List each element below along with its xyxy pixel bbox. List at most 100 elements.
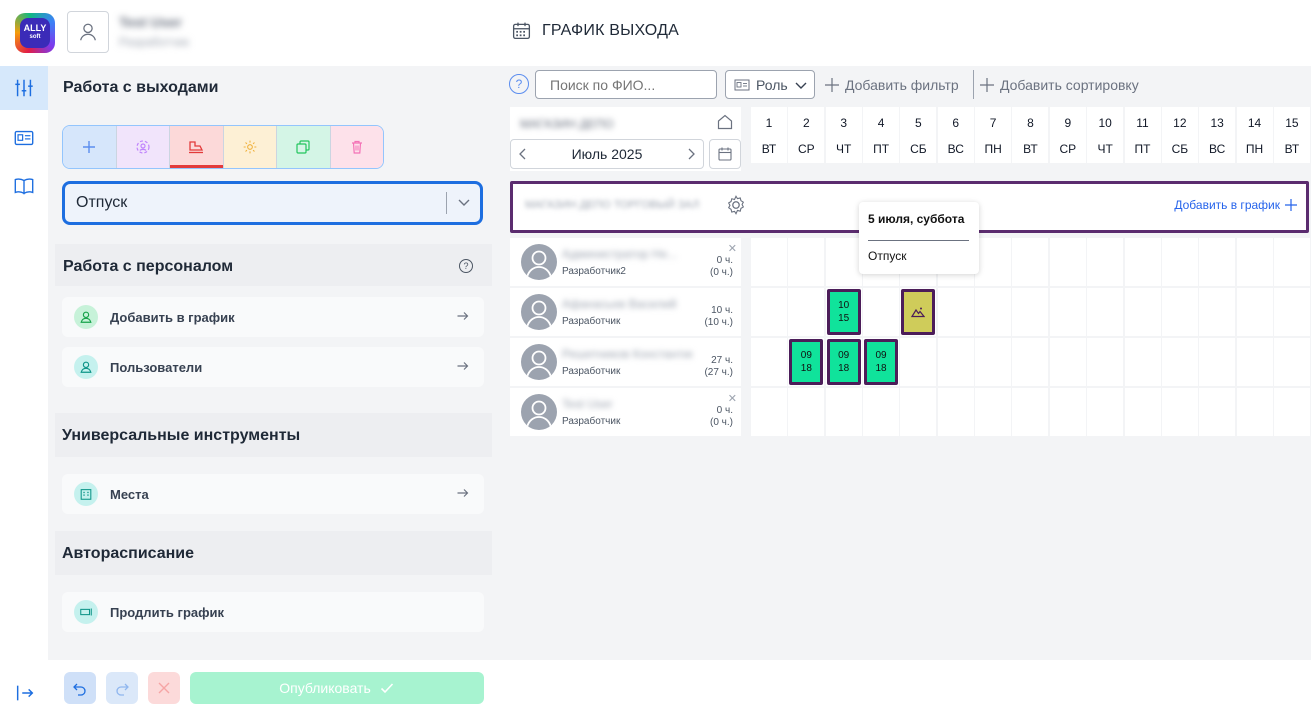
discard-button[interactable] — [148, 672, 180, 704]
chevron-right-icon[interactable] — [685, 147, 697, 161]
vacation-button[interactable] — [170, 126, 224, 168]
publish-button[interactable]: Опубликовать — [190, 672, 484, 704]
shift-block[interactable]: 10 15 — [826, 289, 861, 335]
assign-user-button[interactable] — [116, 126, 170, 168]
schedule-cell[interactable] — [751, 288, 787, 336]
shift-block[interactable]: 09 18 — [864, 339, 899, 385]
day-header[interactable]: 1 ВТ — [751, 107, 787, 163]
schedule-cell[interactable] — [975, 238, 1012, 286]
schedule-cell[interactable] — [975, 288, 1012, 336]
rail-schedule-tools[interactable] — [0, 66, 48, 110]
remove-employee-icon[interactable]: ✕ — [728, 242, 737, 255]
schedule-cell[interactable] — [788, 288, 825, 336]
add-shift-button[interactable] — [63, 126, 117, 168]
schedule-cell[interactable] — [1161, 288, 1198, 336]
staff-help-icon[interactable]: ? — [459, 259, 473, 273]
rail-id-card[interactable] — [0, 116, 48, 160]
schedule-cell[interactable] — [825, 238, 862, 286]
day-header[interactable]: 4 ПТ — [863, 107, 900, 163]
schedule-cell[interactable] — [1012, 238, 1049, 286]
ally-logo[interactable]: ALLY soft — [15, 13, 55, 53]
rail-book[interactable] — [0, 164, 48, 208]
day-header[interactable]: 5 СБ — [900, 107, 937, 163]
schedule-cell[interactable] — [1199, 388, 1236, 436]
schedule-cell[interactable] — [1049, 238, 1086, 286]
schedule-cell[interactable] — [1012, 388, 1049, 436]
gear-icon[interactable] — [725, 194, 747, 216]
day-header[interactable]: 3 ЧТ — [825, 107, 862, 163]
employee-row[interactable]: Афанасьев Василий Разработчик 10 ч. (10 ч.) — [510, 288, 741, 336]
schedule-cell[interactable] — [1236, 238, 1273, 286]
chevron-left-icon[interactable] — [517, 147, 529, 161]
schedule-cell[interactable] — [1199, 338, 1236, 386]
schedule-cell[interactable] — [1087, 288, 1124, 336]
schedule-cell[interactable] — [1199, 288, 1236, 336]
add-sort-button[interactable]: Добавить сортировку — [978, 76, 1139, 94]
logout-button[interactable] — [14, 682, 36, 709]
shift-block[interactable]: 09 18 — [826, 339, 861, 385]
schedule-cell[interactable] — [900, 388, 937, 436]
schedule-cell[interactable] — [1199, 238, 1236, 286]
schedule-cell[interactable] — [1236, 338, 1273, 386]
search-input[interactable] — [535, 70, 717, 99]
schedule-cell[interactable] — [1124, 338, 1161, 386]
day-header[interactable]: 6 ВС — [937, 107, 974, 163]
day-header[interactable]: 7 ПН — [975, 107, 1012, 163]
remove-employee-icon[interactable]: ✕ — [728, 392, 737, 405]
role-filter-dropdown[interactable]: Роль — [725, 70, 815, 99]
employee-row[interactable]: Администратор Не... Разработчик2 0 ч. (0 ч.… — [510, 238, 741, 286]
day-header[interactable]: 13 ВС — [1199, 107, 1236, 163]
schedule-cell[interactable] — [1049, 338, 1086, 386]
schedule-cell[interactable] — [1124, 288, 1161, 336]
menu-extend-schedule[interactable]: Продлить график — [62, 592, 484, 632]
schedule-cell[interactable] — [1161, 388, 1198, 436]
day-header[interactable]: 14 ПН — [1236, 107, 1273, 163]
schedule-cell[interactable] — [788, 238, 825, 286]
schedule-cell[interactable] — [1049, 388, 1086, 436]
day-header[interactable]: 11 ПТ — [1124, 107, 1161, 163]
menu-add-to-schedule[interactable]: Добавить в график — [62, 297, 484, 337]
schedule-cell[interactable] — [1087, 238, 1124, 286]
add-filter-button[interactable]: Добавить фильтр — [823, 76, 959, 94]
copy-shift-button[interactable] — [277, 126, 331, 168]
schedule-cell[interactable] — [1012, 288, 1049, 336]
home-icon[interactable] — [716, 113, 734, 131]
user-avatar[interactable] — [67, 11, 109, 53]
schedule-cell[interactable] — [1161, 338, 1198, 386]
day-header[interactable]: 2 СР — [788, 107, 825, 163]
schedule-cell[interactable] — [1049, 288, 1086, 336]
day-header[interactable]: 15 ВТ — [1273, 107, 1310, 163]
schedule-cell[interactable] — [937, 338, 974, 386]
menu-users[interactable]: Пользователи — [62, 347, 484, 387]
day-header[interactable]: 9 СР — [1049, 107, 1086, 163]
vacation-block[interactable] — [901, 289, 936, 335]
schedule-cell[interactable] — [900, 338, 937, 386]
schedule-cell[interactable] — [825, 388, 862, 436]
schedule-cell[interactable] — [788, 388, 825, 436]
employee-row[interactable]: Test User Разработчик 0 ч. (0 ч.) ✕ — [510, 388, 741, 436]
add-to-schedule-link[interactable]: Добавить в график — [1174, 198, 1298, 212]
schedule-cell[interactable] — [937, 388, 974, 436]
employee-row[interactable]: Решетников Константин Разработчик 27 ч. (27… — [510, 338, 741, 386]
delete-shift-button[interactable] — [330, 126, 383, 168]
day-header[interactable]: 10 ЧТ — [1087, 107, 1124, 163]
schedule-cell[interactable] — [863, 288, 900, 336]
day-header[interactable]: 8 ВТ — [1012, 107, 1049, 163]
schedule-cell[interactable] — [1124, 388, 1161, 436]
schedule-cell[interactable] — [937, 288, 974, 336]
schedule-cell[interactable] — [1087, 388, 1124, 436]
schedule-cell[interactable] — [1273, 238, 1310, 286]
redo-button[interactable] — [106, 672, 138, 704]
date-picker-button[interactable] — [709, 139, 741, 169]
absence-type-select[interactable]: Отпуск — [62, 181, 483, 225]
schedule-cell[interactable] — [863, 388, 900, 436]
help-icon[interactable]: ? — [509, 74, 529, 94]
schedule-cell[interactable] — [1273, 388, 1310, 436]
shift-block[interactable]: 09 18 — [789, 339, 824, 385]
day-header[interactable]: 12 СБ — [1161, 107, 1198, 163]
schedule-cell[interactable] — [1124, 238, 1161, 286]
schedule-cell[interactable] — [751, 388, 787, 436]
schedule-cell[interactable] — [1236, 388, 1273, 436]
menu-places[interactable]: Места — [62, 474, 484, 514]
schedule-cell[interactable] — [1273, 288, 1310, 336]
